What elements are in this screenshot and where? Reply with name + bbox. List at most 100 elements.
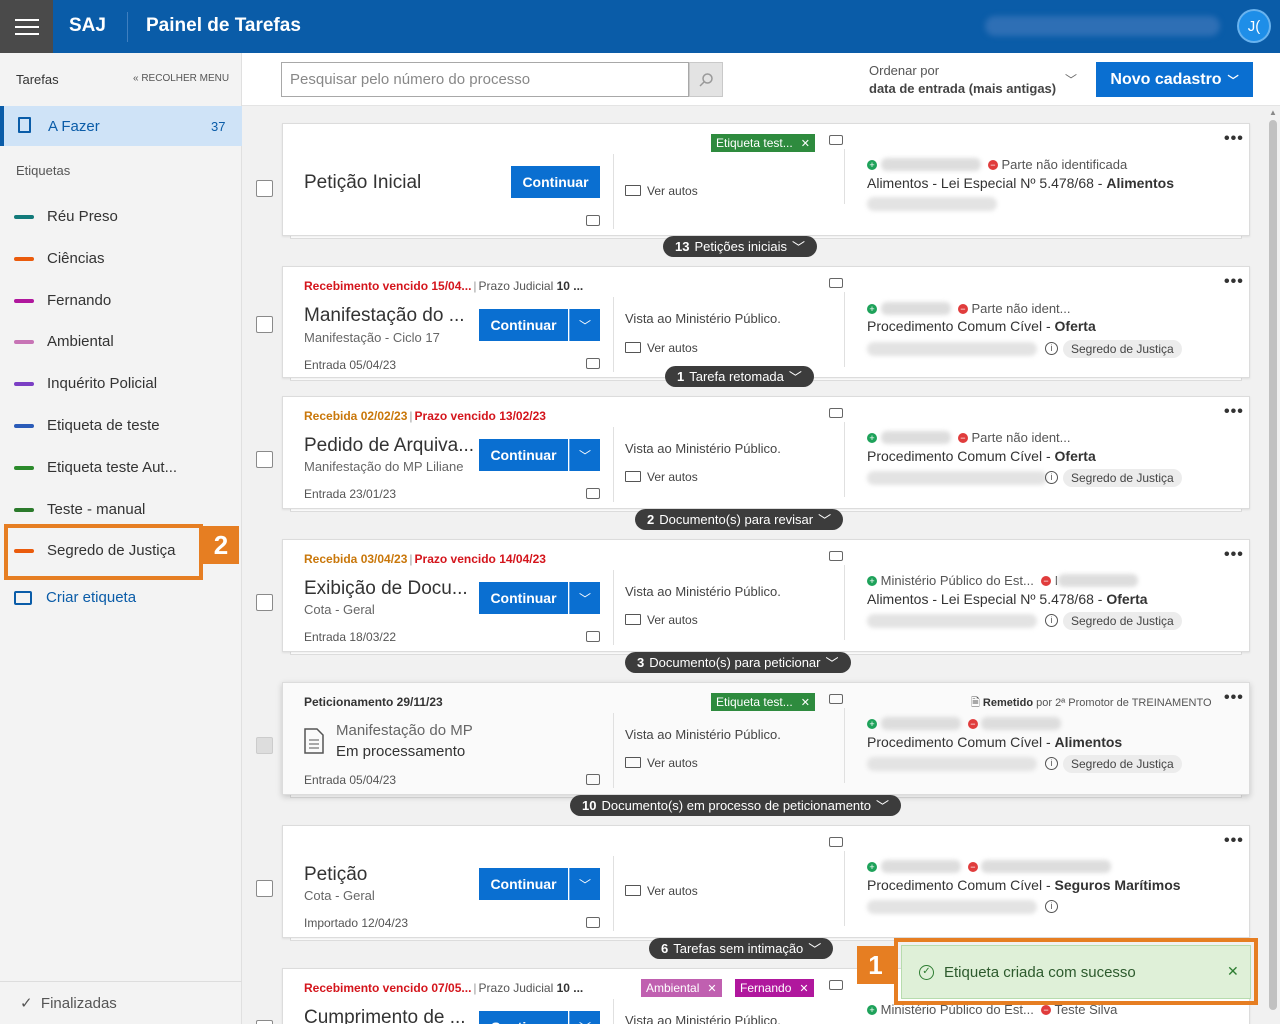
menu-icon[interactable]	[0, 0, 53, 53]
task-action: Vista ao Ministério Público.	[625, 311, 781, 326]
scroll-thumb[interactable]	[1269, 120, 1277, 1010]
task-checkbox[interactable]	[256, 451, 273, 468]
task-checkbox[interactable]	[256, 180, 273, 197]
continue-button[interactable]: Continuar	[479, 582, 568, 614]
comment-icon[interactable]	[586, 631, 600, 642]
continue-dropdown[interactable]: ﹀	[569, 309, 600, 341]
view-files-link[interactable]: Ver autos	[625, 341, 698, 355]
sidebar-tag-item[interactable]: Réu Preso	[0, 197, 242, 237]
divider	[613, 856, 614, 931]
continue-dropdown[interactable]: ﹀	[569, 868, 600, 900]
plus-icon: +	[867, 304, 877, 314]
document-icon	[304, 728, 324, 754]
task-card: Recebida 02/02/23 | Prazo vencido 13/02/23…	[282, 396, 1250, 509]
chevron-down-icon[interactable]: ﹀	[1065, 71, 1077, 88]
view-files-link[interactable]: Ver autos	[625, 184, 698, 198]
search-button[interactable]	[689, 62, 723, 97]
close-icon[interactable]: ✕	[801, 696, 810, 709]
sidebar-item-finalizadas[interactable]: ✓ Finalizadas	[20, 994, 117, 1012]
more-options-icon[interactable]: •••	[1224, 689, 1244, 707]
comment-icon[interactable]	[586, 215, 600, 226]
tag-icon[interactable]	[829, 837, 843, 847]
finalizadas-label: Finalizadas	[40, 995, 117, 1012]
tag-chip[interactable]: Ambiental ✕	[641, 979, 722, 997]
group-toggle[interactable]: 2 Documento(s) para revisar ﹀	[635, 509, 844, 530]
view-files-link[interactable]: Ver autos	[625, 884, 698, 898]
sidebar-tag-item[interactable]: Ambiental	[0, 322, 242, 362]
close-icon[interactable]: ✕	[707, 982, 716, 995]
search-input[interactable]	[282, 63, 688, 96]
view-files-link[interactable]: Ver autos	[625, 613, 698, 627]
sidebar-tag-item[interactable]: Inquérito Policial	[0, 364, 242, 404]
task-checkbox[interactable]	[256, 1020, 273, 1024]
more-options-icon[interactable]: •••	[1224, 403, 1244, 421]
info-icon[interactable]: i	[1045, 614, 1058, 627]
chevron-down-icon: ﹀	[578, 318, 591, 333]
scroll-up-icon[interactable]: ▲	[1269, 108, 1277, 117]
entry-date: Entrada 23/01/23	[304, 487, 397, 501]
scrollbar[interactable]: ▲	[1266, 106, 1280, 1024]
close-icon[interactable]: ✕	[799, 982, 808, 995]
tag-chip[interactable]: Fernando ✕	[735, 979, 814, 997]
order-label: Ordenar por	[869, 63, 940, 78]
comment-icon[interactable]	[586, 488, 600, 499]
create-tag-button[interactable]: Criar etiqueta	[14, 589, 136, 606]
tag-chip[interactable]: Etiqueta test... ✕	[711, 693, 815, 711]
sent-status: 🗎 Remetido por 2ª Promotor de TREINAMENT…	[971, 697, 1212, 709]
sidebar-tag-item[interactable]: Etiqueta teste Aut...	[0, 448, 242, 488]
comment-icon[interactable]	[586, 774, 600, 785]
tag-icon[interactable]	[829, 278, 843, 288]
continue-button[interactable]: Continuar	[479, 868, 568, 900]
tag-icon[interactable]	[829, 980, 843, 990]
order-select[interactable]: data de entrada (mais antigas)	[869, 81, 1056, 96]
continue-button[interactable]: Continuar	[479, 309, 568, 341]
tag-icon[interactable]	[829, 694, 843, 704]
deadline-info: Recebida 03/04/23 | Prazo vencido 14/04/23	[304, 552, 546, 566]
comment-icon[interactable]	[586, 917, 600, 928]
tag-icon[interactable]	[829, 551, 843, 561]
info-icon[interactable]: i	[1045, 900, 1058, 913]
continue-dropdown[interactable]: ﹀	[569, 1011, 600, 1024]
continue-button[interactable]: Continuar	[479, 1011, 568, 1024]
sidebar-tag-item[interactable]: Etiqueta de teste	[0, 406, 242, 446]
group-toggle[interactable]: 1 Tarefa retomada ﹀	[665, 366, 814, 387]
task-card: Peticionamento 29/11/23 Etiqueta test...…	[282, 682, 1250, 795]
continue-dropdown[interactable]: ﹀	[569, 439, 600, 471]
continue-button[interactable]: Continuar	[479, 439, 568, 471]
sidebar-tag-item[interactable]: Ciências	[0, 239, 242, 279]
collapse-menu-button[interactable]: « RECOLHER MENU	[133, 73, 229, 84]
task-checkbox[interactable]	[256, 316, 273, 333]
divider	[844, 149, 845, 204]
close-icon[interactable]: ✕	[801, 137, 810, 150]
tag-chip[interactable]: Etiqueta test... ✕	[711, 134, 815, 152]
continue-dropdown[interactable]: ﹀	[569, 582, 600, 614]
divider	[613, 297, 614, 372]
tag-icon[interactable]	[829, 408, 843, 418]
continue-button[interactable]: Continuar	[511, 166, 600, 198]
more-options-icon[interactable]: •••	[1224, 273, 1244, 291]
info-icon[interactable]: i	[1045, 471, 1058, 484]
group-toggle[interactable]: 10 Documento(s) em processo de peticionam…	[570, 795, 902, 816]
process-number-blurred	[867, 471, 1047, 485]
group-toggle[interactable]: 3 Documento(s) para peticionar ﹀	[625, 652, 851, 673]
view-files-link[interactable]: Ver autos	[625, 756, 698, 770]
new-record-button[interactable]: Novo cadastro ﹀	[1096, 62, 1253, 97]
task-checkbox[interactable]	[256, 880, 273, 897]
sidebar-tag-item[interactable]: Fernando	[0, 281, 242, 321]
avatar[interactable]: J(	[1237, 9, 1271, 43]
group-toggle[interactable]: 13 Petições iniciais ﹀	[663, 236, 817, 257]
comment-icon[interactable]	[586, 358, 600, 369]
more-options-icon[interactable]: •••	[1224, 130, 1244, 148]
info-icon[interactable]: i	[1045, 757, 1058, 770]
more-options-icon[interactable]: •••	[1224, 546, 1244, 564]
minus-icon: −	[967, 862, 978, 872]
more-options-icon[interactable]: •••	[1224, 832, 1244, 850]
task-checkbox[interactable]	[256, 594, 273, 611]
sidebar-item-label: A Fazer	[48, 118, 100, 135]
search-box	[281, 62, 689, 97]
info-icon[interactable]: i	[1045, 342, 1058, 355]
group-toggle[interactable]: 6 Tarefas sem intimação ﹀	[649, 938, 834, 959]
view-files-link[interactable]: Ver autos	[625, 470, 698, 484]
tag-icon[interactable]	[829, 135, 843, 145]
sidebar-item-a-fazer[interactable]: A Fazer 37	[0, 106, 242, 146]
